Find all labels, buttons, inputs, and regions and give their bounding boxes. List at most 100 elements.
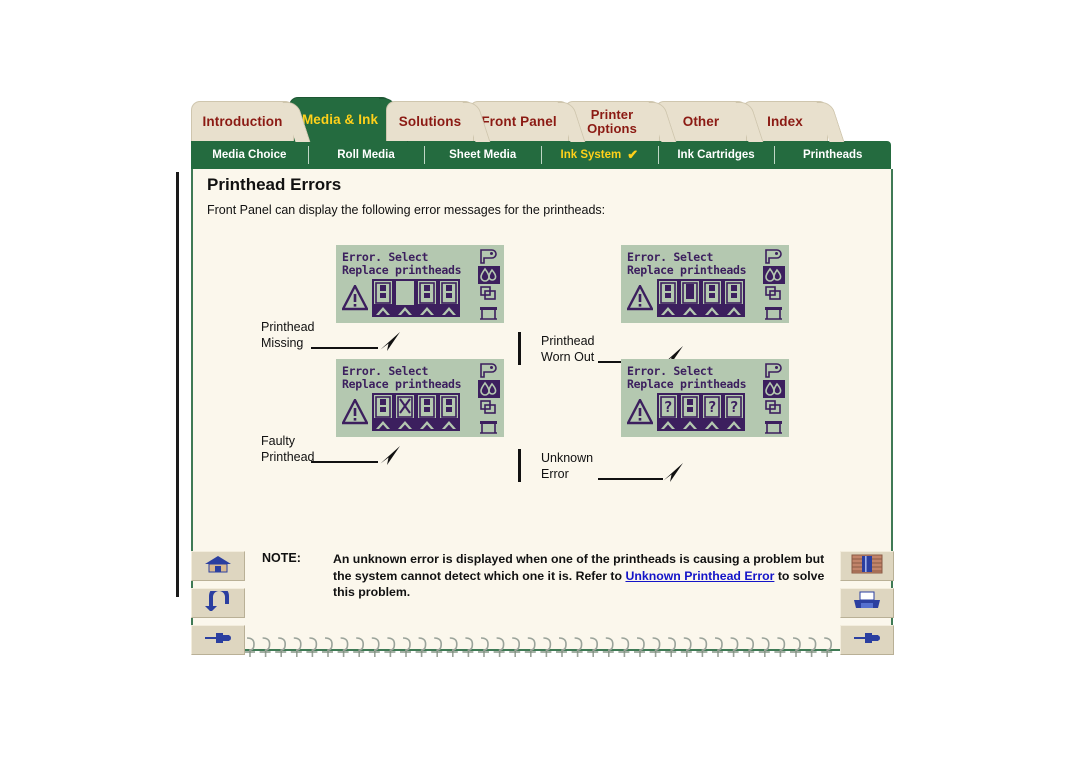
caption-line-2: Missing	[261, 335, 304, 350]
spiral-binding	[243, 636, 835, 658]
tab-label: Printer Options	[587, 107, 637, 136]
caption-leader-line	[598, 478, 663, 480]
printhead-slots-graphic	[657, 279, 745, 321]
caption-line-2: Worn Out	[541, 349, 595, 364]
caption-faulty-printhead: Faulty Printhead	[261, 434, 315, 465]
subtab-label: Printheads	[802, 149, 863, 161]
roll-media-icon	[763, 247, 785, 265]
roll-media-icon	[478, 247, 500, 265]
main-tab-bar: Introduction Media & Ink Solutions Front Pa…	[191, 97, 891, 141]
lcd-display-unknown-error: Error. Select Replace printheads???	[621, 359, 789, 437]
lcd-display-faulty-printhead: Error. Select Replace printheads	[336, 359, 504, 437]
lcd-status-icon-column	[478, 361, 500, 435]
printer-icon	[763, 304, 785, 322]
tab-label: Solutions	[398, 113, 462, 129]
subtab-ink-system[interactable]: Ink System ✔	[541, 141, 658, 169]
column-divider	[518, 332, 521, 365]
sheet-media-icon	[763, 285, 785, 303]
tab-label: Media & Ink	[301, 111, 379, 127]
tab-label: Front Panel	[481, 113, 557, 129]
ink-drops-icon	[478, 266, 500, 284]
caption-line-1: Printhead	[261, 320, 315, 334]
caption-leader-line	[311, 347, 378, 349]
sheet-media-icon	[763, 399, 785, 417]
sheet-media-icon	[478, 399, 500, 417]
back-button[interactable]	[191, 585, 245, 618]
printer-icon	[851, 591, 883, 616]
svg-text:?: ?	[729, 398, 738, 416]
printhead-slots-graphic: ???	[657, 393, 745, 435]
svg-text:?: ?	[663, 398, 672, 416]
ink-drops-icon	[478, 380, 500, 398]
forward-button[interactable]	[191, 625, 245, 655]
pointer-arrow-icon	[378, 445, 402, 474]
subtab-label: Sheet Media	[449, 149, 517, 161]
lcd-status-icon-column	[763, 361, 785, 435]
subtab-media-choice[interactable]: Media Choice	[191, 141, 308, 169]
caption-printhead-worn-out: Printhead Worn Out	[541, 334, 595, 365]
check-icon: ✔	[627, 147, 639, 162]
ink-drops-icon	[763, 266, 785, 284]
subtab-printheads[interactable]: Printheads	[774, 141, 891, 169]
next-button[interactable]	[840, 625, 894, 655]
home-button[interactable]	[191, 551, 245, 581]
home-icon	[203, 554, 233, 579]
printer-icon	[763, 418, 785, 436]
left-spine-rule	[176, 172, 179, 597]
subtab-label: Ink System	[560, 149, 622, 161]
sheet-media-icon	[478, 285, 500, 303]
tab-label: Index	[767, 113, 803, 129]
printhead-slots-graphic	[372, 279, 460, 321]
tab-label: Other	[682, 113, 720, 129]
lcd-display-printhead-missing: Error. Select Replace printheads	[336, 245, 504, 323]
subtab-label: Roll Media	[337, 149, 395, 161]
caption-printhead-missing: Printhead Missing	[261, 320, 315, 351]
note-label: NOTE:	[262, 551, 301, 565]
warning-triangle-icon	[341, 283, 369, 315]
page-body: Printhead Errors Front Panel can display…	[191, 169, 893, 545]
lcd-display-printhead-worn-out: Error. Select Replace printheads	[621, 245, 789, 323]
lcd-message-text-2: Replace printheads	[627, 263, 747, 277]
lcd-message-text-2: Replace printheads	[342, 377, 462, 391]
ink-drops-icon	[763, 380, 785, 398]
roll-media-icon	[478, 361, 500, 379]
caption-line-1: Printhead	[541, 334, 595, 348]
tab-solutions[interactable]: Solutions	[386, 101, 474, 141]
pointer-arrow-icon	[378, 331, 402, 360]
subtab-sheet-media[interactable]: Sheet Media	[424, 141, 541, 169]
subtab-label: Media Choice	[212, 149, 287, 161]
print-button[interactable]	[840, 588, 894, 618]
warning-triangle-icon	[341, 397, 369, 429]
tab-label: Introduction	[202, 113, 283, 129]
lcd-message-text-2: Replace printheads	[627, 377, 747, 391]
tab-introduction[interactable]: Introduction	[191, 101, 294, 141]
svg-text:?: ?	[707, 398, 716, 416]
caption-line-2: Error	[541, 466, 569, 481]
subtab-label: Ink Cartridges	[677, 149, 755, 161]
page-intro-text: Front Panel can display the following er…	[207, 203, 606, 217]
caption-leader-line	[311, 461, 378, 463]
unknown-printhead-error-link[interactable]: Unknown Printhead Error	[625, 569, 774, 583]
sub-tab-bar: Media Choice Roll Media Sheet Media Ink Sys…	[191, 141, 891, 169]
column-divider	[518, 449, 521, 482]
caption-line-1: Faulty	[261, 434, 296, 448]
bookshelf-button[interactable]	[840, 551, 894, 581]
lcd-message-text-2: Replace printheads	[342, 263, 462, 277]
warning-triangle-icon	[626, 397, 654, 429]
warning-triangle-icon	[626, 283, 654, 315]
lcd-status-icon-column	[763, 247, 785, 321]
lcd-status-icon-column	[478, 247, 500, 321]
printer-icon	[478, 418, 500, 436]
note-body: An unknown error is displayed when one o…	[333, 551, 833, 601]
printer-icon	[478, 304, 500, 322]
roll-media-icon	[763, 361, 785, 379]
caption-unknown-error: Unknown Error	[541, 451, 593, 482]
caption-line-1: Unknown	[541, 451, 594, 465]
page-title: Printhead Errors	[207, 175, 342, 194]
printhead-slots-graphic	[372, 393, 460, 435]
subtab-roll-media[interactable]: Roll Media	[307, 141, 425, 169]
pointer-arrow-icon	[661, 462, 685, 491]
subtab-ink-cartridges[interactable]: Ink Cartridges	[657, 141, 775, 169]
pointing-hand-icon	[203, 628, 233, 653]
bookshelf-icon	[851, 554, 883, 579]
